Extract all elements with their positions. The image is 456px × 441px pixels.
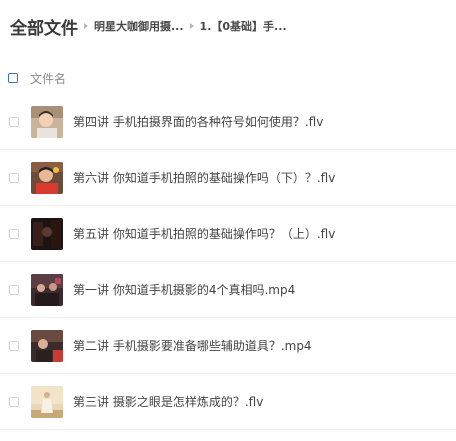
file-list: 第四讲 手机拍摄界面的各种符号如何使用？.flv 第六讲 你知道手机拍照的基础操… xyxy=(0,94,456,430)
file-checkbox[interactable] xyxy=(9,228,19,239)
file-list-header: 文件名 xyxy=(8,69,66,87)
video-thumbnail[interactable] xyxy=(31,385,63,418)
video-thumbnail[interactable] xyxy=(31,329,63,362)
breadcrumb-item-current-folder[interactable]: 1.【0基础】手... xyxy=(200,18,287,34)
file-checkbox[interactable] xyxy=(9,284,19,295)
file-row[interactable]: 第四讲 手机拍摄界面的各种符号如何使用？.flv xyxy=(0,94,456,150)
file-name[interactable]: 第二讲 手机摄影要准备哪些辅助道具？.mp4 xyxy=(73,337,312,354)
file-row[interactable]: 第三讲 摄影之眼是怎样炼成的？.flv xyxy=(0,374,456,430)
file-name[interactable]: 第四讲 手机拍摄界面的各种符号如何使用？.flv xyxy=(73,113,323,130)
file-checkbox[interactable] xyxy=(9,172,19,183)
breadcrumb-root-all-files[interactable]: 全部文件 xyxy=(10,14,78,39)
file-row[interactable]: 第六讲 你知道手机拍照的基础操作吗（下）？.flv xyxy=(0,150,456,206)
file-name[interactable]: 第三讲 摄影之眼是怎样炼成的？.flv xyxy=(73,393,263,410)
chevron-right-icon xyxy=(189,23,194,29)
chevron-right-icon xyxy=(84,23,88,29)
file-name[interactable]: 第五讲 你知道手机拍照的基础操作吗？（上）.flv xyxy=(73,225,335,242)
file-row[interactable]: 第二讲 手机摄影要准备哪些辅助道具？.mp4 xyxy=(0,318,456,374)
breadcrumb: 全部文件 明星大咖御用摄... 1.【0基础】手... xyxy=(10,13,287,39)
file-checkbox[interactable] xyxy=(9,396,19,407)
file-name[interactable]: 第六讲 你知道手机拍照的基础操作吗（下）？.flv xyxy=(73,169,335,186)
video-thumbnail[interactable] xyxy=(31,273,63,306)
file-checkbox[interactable] xyxy=(9,340,19,351)
video-thumbnail[interactable] xyxy=(31,217,63,250)
file-checkbox[interactable] xyxy=(9,116,19,127)
file-row[interactable]: 第一讲 你知道手机摄影的4个真相吗.mp4 xyxy=(0,262,456,318)
breadcrumb-item-course-folder[interactable]: 明星大咖御用摄... xyxy=(94,18,184,34)
video-thumbnail[interactable] xyxy=(31,105,63,138)
column-header-filename[interactable]: 文件名 xyxy=(30,70,66,87)
file-name[interactable]: 第一讲 你知道手机摄影的4个真相吗.mp4 xyxy=(73,281,295,298)
file-row[interactable]: 第五讲 你知道手机拍照的基础操作吗？（上）.flv xyxy=(0,206,456,262)
video-thumbnail[interactable] xyxy=(31,161,63,194)
select-all-checkbox[interactable] xyxy=(8,73,18,83)
